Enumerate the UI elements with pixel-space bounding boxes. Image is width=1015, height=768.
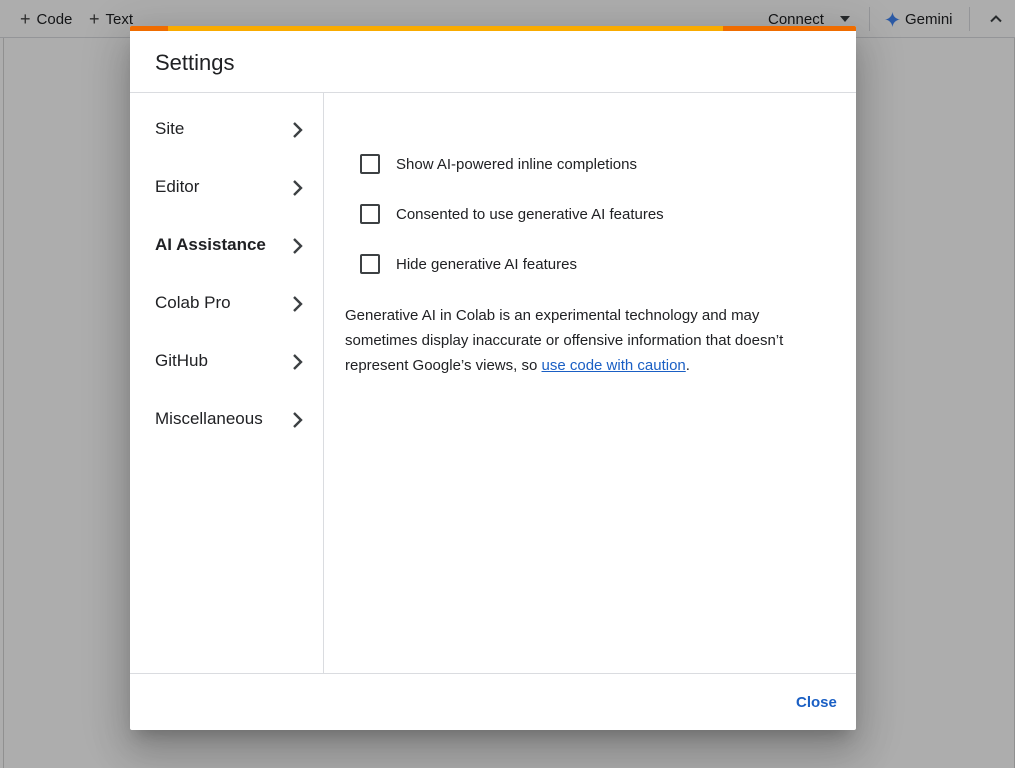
nav-item-site[interactable]: Site	[130, 110, 323, 150]
genai-disclaimer: Generative AI in Colab is an experimenta…	[345, 303, 835, 378]
footer-divider	[130, 673, 856, 674]
chevron-right-icon	[293, 180, 303, 196]
option-label: Show AI-powered inline completions	[396, 155, 637, 173]
genai-consent-checkbox[interactable]	[360, 204, 380, 224]
caution-link[interactable]: use code with caution	[542, 357, 686, 374]
hide-genai-checkbox[interactable]	[360, 254, 380, 274]
progress-segment	[723, 26, 856, 31]
chevron-right-icon	[293, 354, 303, 370]
ai-assistance-panel: Show AI-powered inline completions Conse…	[324, 93, 856, 673]
settings-dialog: Settings Site Editor AI Assistance Colab…	[130, 26, 856, 730]
nav-item-label: GitHub	[155, 351, 208, 370]
genai-consent-option[interactable]: Consented to use generative AI features	[360, 202, 820, 226]
nav-item-miscellaneous[interactable]: Miscellaneous	[130, 400, 323, 440]
settings-nav: Site Editor AI Assistance Colab Pro GitH…	[130, 93, 324, 673]
inline-completions-checkbox[interactable]	[360, 154, 380, 174]
option-label: Hide generative AI features	[396, 255, 577, 273]
hide-genai-option[interactable]: Hide generative AI features	[360, 252, 820, 276]
chevron-right-icon	[293, 122, 303, 138]
chevron-right-icon	[293, 412, 303, 428]
nav-item-ai-assistance[interactable]: AI Assistance	[130, 226, 323, 266]
nav-item-colab-pro[interactable]: Colab Pro	[130, 284, 323, 324]
nav-item-editor[interactable]: Editor	[130, 168, 323, 208]
nav-item-label: Editor	[155, 177, 200, 196]
inline-completions-option[interactable]: Show AI-powered inline completions	[360, 152, 820, 176]
disclaimer-end: .	[685, 357, 690, 374]
nav-item-label: Miscellaneous	[155, 409, 263, 428]
progress-bar	[130, 26, 856, 31]
nav-item-label: Colab Pro	[155, 293, 231, 312]
chevron-right-icon	[293, 296, 303, 312]
chevron-right-icon	[293, 238, 303, 254]
progress-segment	[130, 26, 168, 31]
nav-item-label: AI Assistance	[155, 235, 266, 254]
option-label: Consented to use generative AI features	[396, 205, 664, 223]
close-button[interactable]: Close	[782, 690, 851, 714]
dialog-title: Settings	[155, 50, 235, 75]
nav-item-github[interactable]: GitHub	[130, 342, 323, 382]
nav-item-label: Site	[155, 119, 185, 138]
